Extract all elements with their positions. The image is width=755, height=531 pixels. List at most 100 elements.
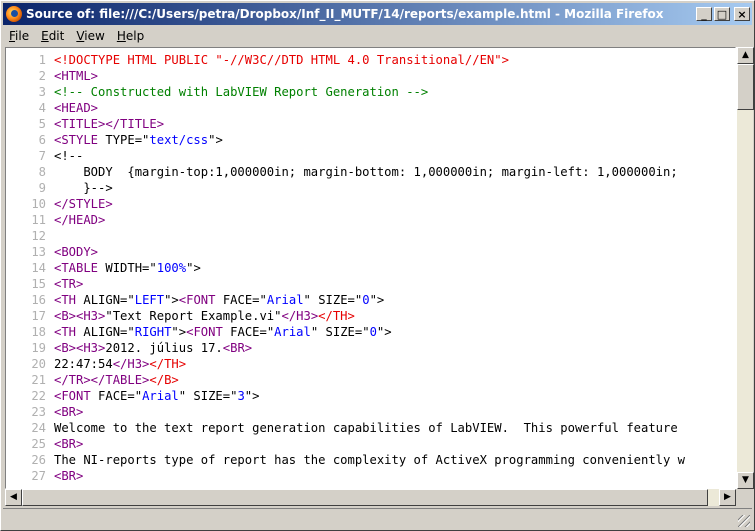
source-token: The NI-reports type of report has the co… <box>54 453 686 467</box>
source-token: <TH <box>54 325 84 339</box>
line-number: 5 <box>38 117 46 131</box>
source-line: 25 <BR> <box>6 436 685 452</box>
source-line: 21 </TR></TABLE></B> <box>6 372 685 388</box>
line-number: 16 <box>31 293 46 307</box>
source-token: Arial <box>266 293 304 307</box>
source-token: Arial <box>274 325 311 339</box>
window-controls: _ □ × <box>696 7 750 21</box>
source-token: <!-- <box>54 149 84 163</box>
source-token: </TR></TABLE> <box>54 373 150 387</box>
source-token: ALIGN=" <box>83 325 135 339</box>
line-number: 23 <box>31 405 46 419</box>
source-line: 18 <TH ALIGN="RIGHT"><FONT FACE="Arial" S… <box>6 324 685 340</box>
source-token: </TH> <box>318 309 355 323</box>
close-button[interactable]: × <box>734 7 750 21</box>
source-token: <BR> <box>54 437 84 451</box>
source-token: BODY {margin-top:1,000000in; margin-bott… <box>54 165 678 179</box>
source-line: 8 BODY {margin-top:1,000000in; margin-bo… <box>6 164 685 180</box>
source-token: WIDTH=" <box>105 261 157 275</box>
line-number: 8 <box>38 165 46 179</box>
scroll-right-button[interactable]: ▶ <box>719 489 736 506</box>
line-number: 6 <box>38 133 46 147</box>
source-token: <BODY> <box>54 245 99 259</box>
resize-grip-icon[interactable] <box>738 515 750 527</box>
source-token: </B> <box>149 373 179 387</box>
firefox-icon <box>6 6 22 22</box>
line-number: 27 <box>31 469 46 483</box>
source-token: "> <box>244 389 260 403</box>
source-line: 1 <!DOCTYPE HTML PUBLIC "-//W3C//DTD HTML… <box>6 52 685 68</box>
source-token: "> <box>171 325 187 339</box>
source-token: </H3> <box>281 309 319 323</box>
source-token: <BR> <box>54 469 84 483</box>
source-token: <FONT <box>54 389 99 403</box>
firefox-window: Source of: file:///C:/Users/petra/Dropbo… <box>0 0 755 531</box>
vertical-scroll-thumb[interactable] <box>737 64 754 110</box>
source-code[interactable]: 1 <!DOCTYPE HTML PUBLIC "-//W3C//DTD HTML… <box>6 52 685 484</box>
source-token: LEFT <box>134 293 165 307</box>
source-line: 2 <HTML> <box>6 68 685 84</box>
source-token: <B><H3> <box>54 341 106 355</box>
source-token: }--> <box>54 181 113 195</box>
source-view[interactable]: 1 <!DOCTYPE HTML PUBLIC "-//W3C//DTD HTML… <box>5 47 736 489</box>
source-token: </H3> <box>112 357 150 371</box>
source-token: <TR> <box>54 277 84 291</box>
source-token: <!-- Constructed with LabVIEW Report Gen… <box>54 85 429 99</box>
source-token: 22:47:54 <box>54 357 113 371</box>
source-token: "> <box>164 293 179 307</box>
line-number: 1 <box>38 53 46 67</box>
horizontal-scrollbar[interactable]: ◀ ▶ <box>5 489 736 506</box>
source-token: <FONT <box>178 293 223 307</box>
source-token: <!DOCTYPE HTML PUBLIC "-//W3C//DTD HTML … <box>54 53 509 67</box>
line-number: 19 <box>31 341 46 355</box>
source-token: TYPE=" <box>105 133 150 147</box>
source-line: 10 </STYLE> <box>6 196 685 212</box>
menu-edit[interactable]: Edit <box>35 29 70 43</box>
source-line: 15 <TR> <box>6 276 685 292</box>
line-number: 2 <box>38 69 46 83</box>
source-line: 19 <B><H3>2012. július 17.<BR> <box>6 340 685 356</box>
source-line: 20 22:47:54</H3></TH> <box>6 356 685 372</box>
source-token: <TITLE></TITLE> <box>54 117 165 131</box>
line-number: 21 <box>31 373 46 387</box>
source-token: "> <box>369 293 385 307</box>
line-number: 20 <box>31 357 46 371</box>
source-token: " SIZE=" <box>178 389 238 403</box>
line-number: 15 <box>31 277 46 291</box>
source-line: 17 <B><H3>"Text Report Example.vi"</H3></… <box>6 308 685 324</box>
source-token: text/css <box>149 133 209 147</box>
source-line: 7 <!-- <box>6 148 685 164</box>
source-line: 16 <TH ALIGN="LEFT"><FONT FACE="Arial" SI… <box>6 292 685 308</box>
source-token: FACE=" <box>222 293 267 307</box>
title-bar[interactable]: Source of: file:///C:/Users/petra/Dropbo… <box>3 3 752 25</box>
source-token: <B><H3> <box>54 309 106 323</box>
vertical-scrollbar[interactable]: ▲ ▼ <box>736 47 754 489</box>
source-token: <FONT <box>186 325 231 339</box>
line-number: 11 <box>31 213 46 227</box>
source-line: 13 <BODY> <box>6 244 685 260</box>
menu-view[interactable]: View <box>70 29 110 43</box>
source-token: 100% <box>156 261 187 275</box>
minimize-button[interactable]: _ <box>696 7 712 21</box>
menu-file[interactable]: File <box>3 29 35 43</box>
maximize-button[interactable]: □ <box>714 7 730 21</box>
source-token: <TH <box>54 293 84 307</box>
source-token: <STYLE <box>54 133 106 147</box>
scroll-up-button[interactable]: ▲ <box>737 47 754 64</box>
source-line: 3 <!-- Constructed with LabVIEW Report Ge… <box>6 84 685 100</box>
source-token: "> <box>186 261 201 275</box>
source-token: <HEAD> <box>54 101 99 115</box>
source-token: </HEAD> <box>54 213 106 227</box>
source-line: 11 </HEAD> <box>6 212 685 228</box>
scroll-left-button[interactable]: ◀ <box>5 489 22 506</box>
horizontal-scroll-thumb[interactable] <box>22 489 708 506</box>
menu-help[interactable]: Help <box>111 29 150 43</box>
source-line: 27 <BR> <box>6 468 685 484</box>
scroll-down-button[interactable]: ▼ <box>737 472 754 489</box>
source-token: 2012. július 17. <box>105 341 223 355</box>
line-number: 25 <box>31 437 46 451</box>
source-token: <BR> <box>222 341 253 355</box>
source-line: 12 <box>6 228 685 244</box>
line-number: 7 <box>38 149 46 163</box>
source-token: 0 <box>369 325 377 339</box>
